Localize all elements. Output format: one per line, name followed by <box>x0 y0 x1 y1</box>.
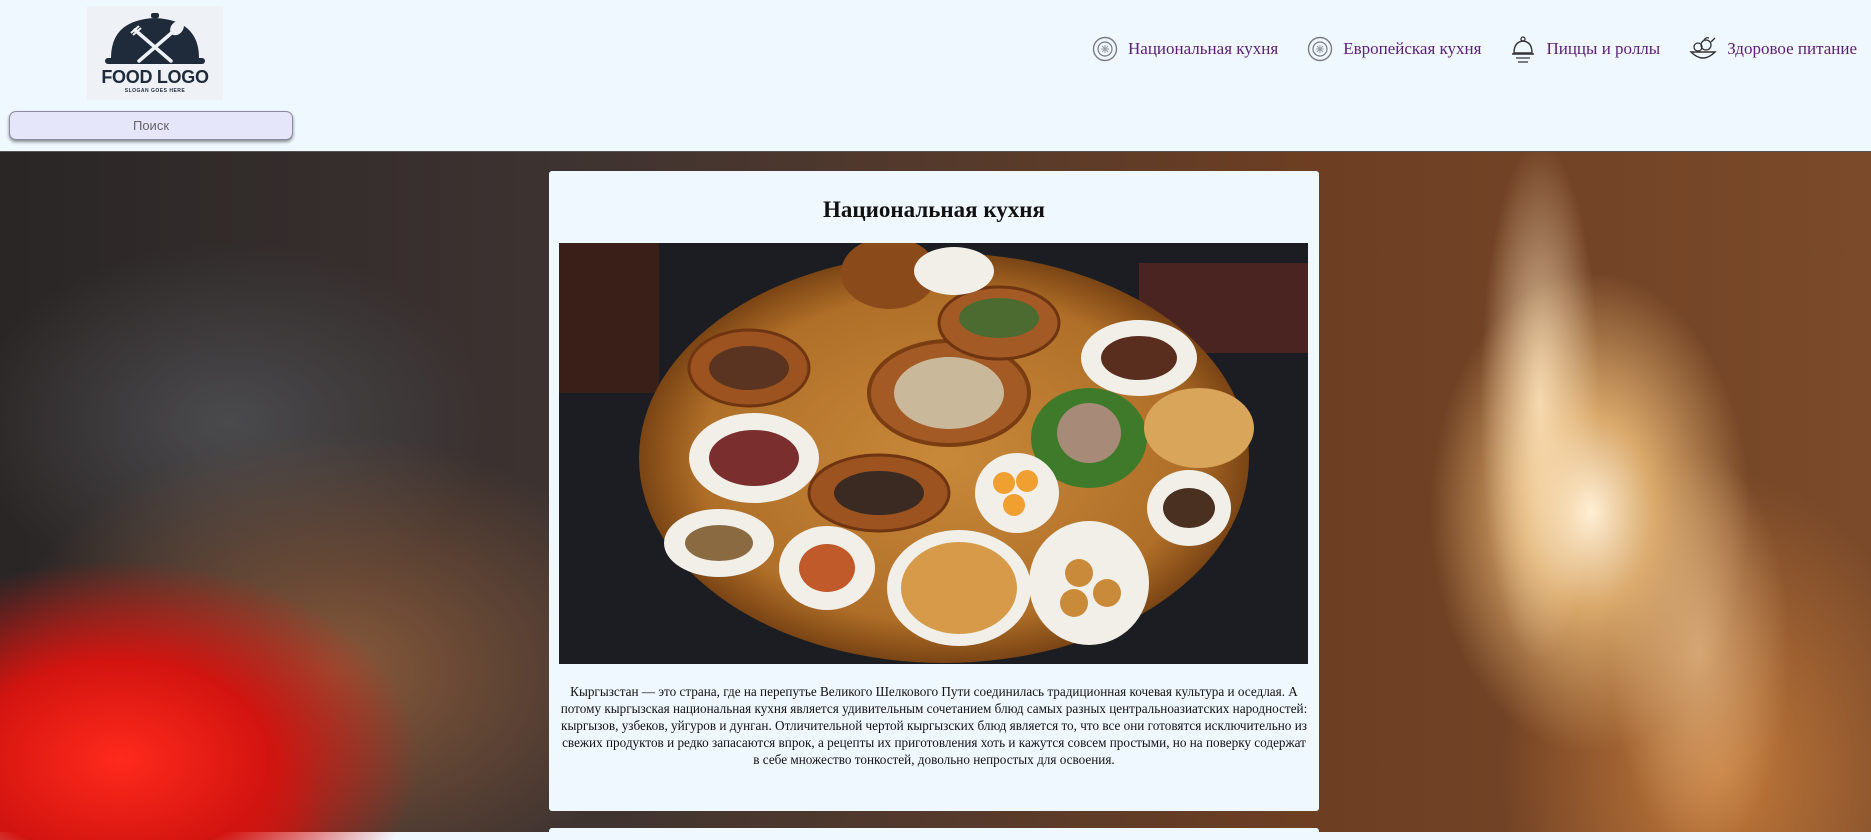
search-input[interactable] <box>9 111 293 140</box>
site-logo[interactable]: FOOD LOGO SLOGAN GOES HERE <box>87 6 223 100</box>
next-article-card <box>549 828 1319 838</box>
nav-item-label: Европейская кухня <box>1343 39 1482 58</box>
background-pepper <box>0 560 520 840</box>
article-title: Национальная кухня <box>823 197 1045 222</box>
background-noodles <box>1320 152 1871 832</box>
nav-item-label: Пиццы и роллы <box>1546 39 1661 58</box>
nav-item-label: Национальная кухня <box>1128 39 1279 58</box>
article-card: Национальная кухня Кыргызстан — это стра… <box>549 171 1319 811</box>
cloche-fork-spoon-icon <box>105 13 205 64</box>
site-header: FOOD LOGO SLOGAN GOES HERE Национальная … <box>0 0 1871 152</box>
plate-icon <box>1092 36 1118 62</box>
article-text: Кыргызстан — это страна, где на перепуть… <box>560 684 1308 767</box>
nav-item-national-cuisine[interactable]: Национальная кухня <box>1092 36 1278 62</box>
article-photo <box>559 243 1308 664</box>
feast-table-photo <box>559 243 1308 664</box>
nav-item-pizza-rolls[interactable]: Пиццы и роллы <box>1510 35 1660 63</box>
vegetables-icon <box>1689 37 1717 59</box>
nav-item-european-cuisine[interactable]: Европейская кухня <box>1307 36 1481 62</box>
logo-title: FOOD LOGO <box>101 67 209 87</box>
serving-dish-icon <box>1512 36 1535 63</box>
logo-slogan: SLOGAN GOES HERE <box>124 88 186 94</box>
nav-item-healthy-food[interactable]: Здоровое питание <box>1689 36 1857 62</box>
nav-item-label: Здоровое питание <box>1727 39 1857 58</box>
main-nav: Национальная кухня Европейская кухня Пиц… <box>1063 35 1857 63</box>
plate-icon <box>1308 36 1333 62</box>
